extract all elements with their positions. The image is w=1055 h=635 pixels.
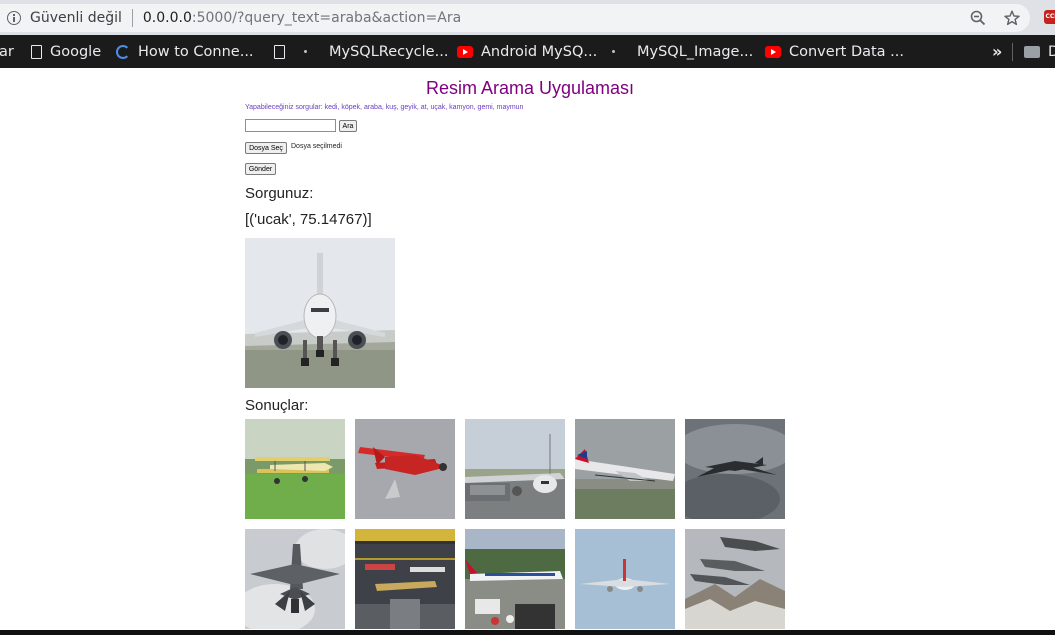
browser-toolbar: Güvenli değil 0.0.0.0:5000/?query_text=a… — [0, 0, 1055, 35]
bookmark-item[interactable]: Convert Data ... — [765, 35, 904, 68]
result-image — [575, 529, 675, 629]
bookmark-item[interactable]: How to Conne... — [116, 35, 254, 68]
address-bar[interactable]: Güvenli değil 0.0.0.0:5000/?query_text=a… — [0, 4, 1030, 32]
url-separator — [131, 9, 133, 27]
result-image — [465, 419, 565, 519]
folder-icon — [1024, 45, 1040, 58]
extension-icon[interactable]: CCI — [1044, 10, 1055, 24]
result-image — [465, 529, 565, 629]
dot-icon — [304, 50, 307, 53]
bookmark-divider — [1012, 43, 1013, 61]
result-image — [685, 419, 785, 519]
bookmark-label: MySQL_Image... — [637, 43, 754, 60]
bookmark-item[interactable]: Google — [31, 35, 101, 68]
bookmark-label: D — [1048, 43, 1055, 60]
bookmark-label: MySQLRecycle... — [329, 43, 449, 60]
bookmark-star-icon[interactable] — [1004, 10, 1020, 26]
result-image — [245, 529, 345, 629]
search-input[interactable] — [245, 119, 336, 132]
youtube-icon — [765, 45, 781, 58]
page-icon — [31, 44, 42, 59]
bookmarks-bar: ar Google How to Conne... MySQLRecycle..… — [0, 35, 1055, 68]
query-image — [245, 238, 395, 388]
bookmark-item[interactable] — [274, 35, 293, 68]
results-label: Sonuçlar: — [245, 397, 309, 414]
bottom-edge — [0, 630, 1055, 635]
bookmark-label: ar — [0, 43, 14, 60]
result-image — [245, 419, 345, 519]
search-button[interactable]: Ara — [339, 120, 357, 132]
bookmark-label: How to Conne... — [138, 43, 254, 60]
result-image — [355, 419, 455, 519]
bookmark-label: Google — [50, 43, 102, 60]
info-icon[interactable] — [7, 11, 21, 25]
result-image — [355, 529, 455, 629]
result-image — [685, 529, 785, 629]
bookmark-label: Convert Data ... — [789, 43, 905, 60]
bookmark-folder[interactable]: D — [1024, 35, 1055, 68]
url-path: :5000/?query_text=araba&action=Ara — [191, 10, 462, 26]
file-status: Dosya seçilmedi — [291, 143, 342, 150]
url-text[interactable]: 0.0.0.0:5000/?query_text=araba&action=Ar… — [143, 10, 461, 26]
query-result: [('ucak', 75.14767)] — [245, 211, 372, 228]
page-title: Resim Arama Uygulaması — [425, 78, 635, 98]
bookmark-label: Android MySQ... — [481, 43, 598, 60]
page-icon — [274, 44, 285, 59]
query-hint: Yapabileceğiniz sorgular: kedi, köpek, a… — [245, 104, 524, 111]
page-content: Resim Arama Uygulaması Yapabileceğiniz s… — [0, 68, 1055, 630]
submit-button[interactable]: Gönder — [245, 163, 276, 175]
bookmark-item[interactable]: Android MySQ... — [457, 35, 597, 68]
bookmark-item[interactable]: ar — [0, 35, 14, 68]
bookmarks-overflow-icon[interactable]: » — [992, 35, 1002, 68]
bookmark-item[interactable]: MySQL_Image... — [612, 35, 753, 68]
url-host: 0.0.0.0 — [142, 10, 192, 26]
file-select-button[interactable]: Dosya Seç — [245, 142, 287, 154]
security-label[interactable]: Güvenli değil — [30, 10, 122, 26]
swirl-icon — [116, 44, 130, 59]
youtube-icon — [457, 45, 473, 58]
result-image — [575, 419, 675, 519]
bookmark-item[interactable]: MySQLRecycle... — [304, 35, 448, 68]
query-label: Sorgunuz: — [245, 185, 314, 202]
dot-icon — [612, 50, 615, 53]
zoom-icon[interactable] — [970, 10, 986, 26]
